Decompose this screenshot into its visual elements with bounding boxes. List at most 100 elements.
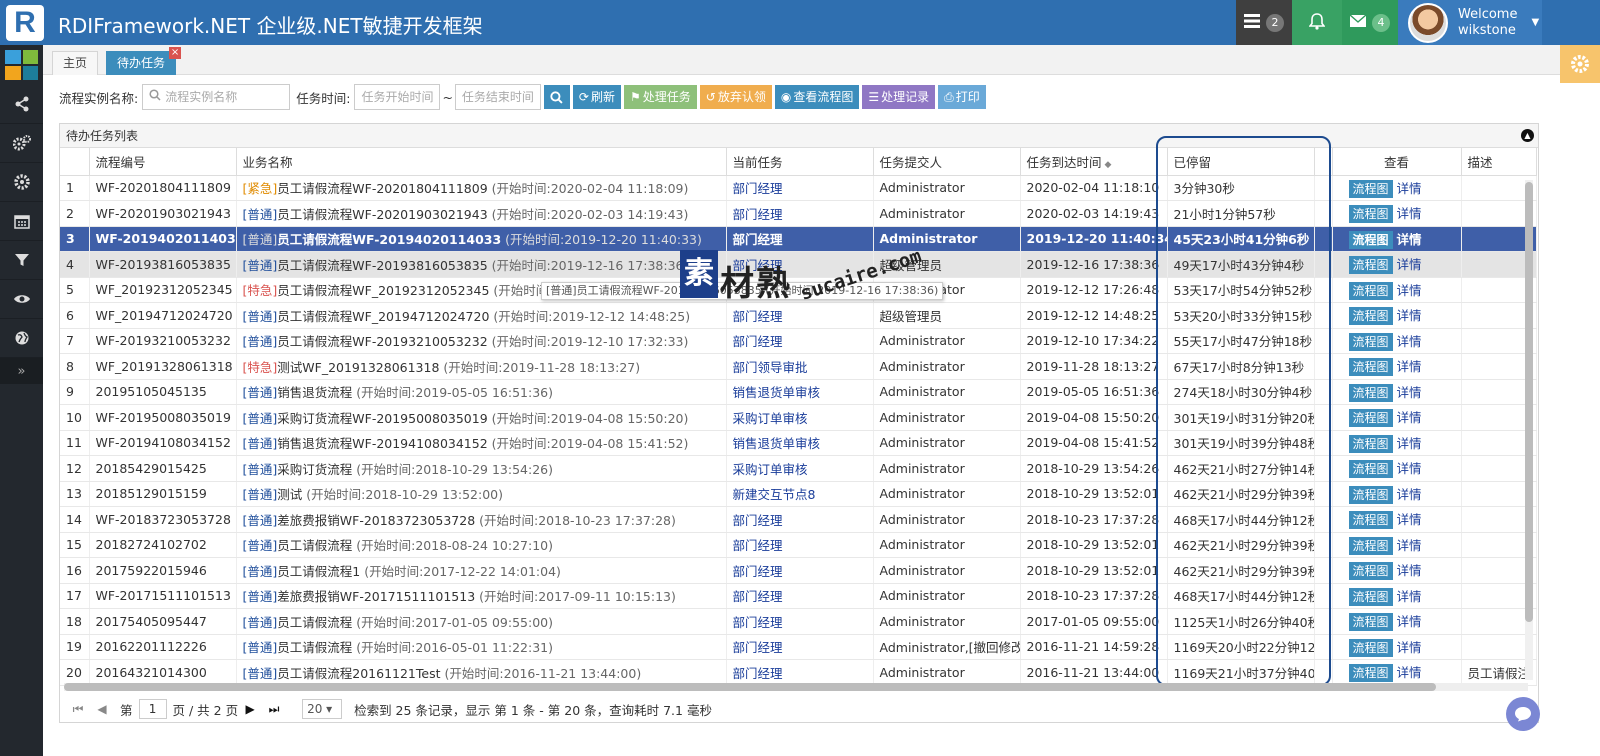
current-task-link[interactable]: 部门经理 — [733, 309, 783, 324]
table-row[interactable]: 11 WF-20194108034152 [普通]销售退货流程WF-20194108… — [60, 430, 1537, 456]
current-task-link[interactable]: 部门经理 — [733, 232, 783, 247]
flowchart-button[interactable]: 流程图 — [1348, 358, 1393, 377]
flowchart-button[interactable]: 流程图 — [1348, 511, 1393, 530]
sidebar-toggle-icon[interactable]: » — [0, 358, 43, 384]
table-row[interactable]: 18 20175405095447 [普通]员工请假流程 (开始时间:2017-01… — [60, 608, 1537, 635]
current-task-link[interactable]: 部门经理 — [733, 666, 783, 681]
flowchart-button[interactable]: 流程图 — [1348, 179, 1393, 198]
table-row[interactable]: 14 WF-20183723053728 [普通]差旅费报销WF-201837230… — [60, 506, 1537, 533]
table-row[interactable]: 20 20164321014300 [普通]员工请假流程20161121Test (… — [60, 659, 1537, 686]
prev-page-icon[interactable]: ◀ — [90, 702, 114, 716]
flowchart-button[interactable]: 流程图 — [1348, 536, 1393, 555]
col-header-code[interactable]: 流程编号 — [89, 148, 237, 176]
flowchart-button[interactable]: 流程图 — [1348, 434, 1393, 453]
table-row[interactable]: 16 20175922015946 [普通]员工请假流程1 (开始时间:2017-1… — [60, 557, 1537, 584]
tasks-menu-button[interactable]: 2 — [1236, 0, 1292, 45]
flowchart-button[interactable]: 流程图 — [1348, 230, 1393, 249]
start-time-input[interactable]: 任务开始时间 — [354, 84, 441, 110]
tab-todo[interactable]: 待办任务 × — [106, 47, 182, 75]
col-header-arrive-time[interactable]: 任务到达时间 ◆ — [1020, 148, 1168, 176]
detail-link[interactable]: 详情 — [1397, 334, 1422, 349]
flowchart-button[interactable]: 流程图 — [1348, 460, 1393, 479]
detail-link[interactable]: 详情 — [1397, 206, 1422, 221]
current-task-link[interactable]: 部门经理 — [733, 258, 783, 273]
page-size-select[interactable]: 20 ▾ — [302, 699, 343, 719]
detail-link[interactable]: 详情 — [1397, 385, 1422, 400]
flowchart-button[interactable]: 流程图 — [1348, 638, 1393, 657]
table-row[interactable]: 17 WF-20171511101513 [普通]差旅费报销WF-201715111… — [60, 583, 1537, 609]
table-row[interactable]: 2 WF-20201903021943 [普通]员工请假流程WF-202019030… — [60, 200, 1537, 227]
chat-bubble-icon[interactable] — [1506, 697, 1540, 731]
collapse-icon[interactable]: ▲ — [1521, 129, 1534, 142]
flowchart-button[interactable]: 流程图 — [1348, 383, 1393, 402]
next-page-icon[interactable]: ▶ — [238, 702, 262, 716]
current-task-link[interactable]: 部门经理 — [733, 564, 783, 579]
mail-button[interactable]: 4 — [1342, 0, 1398, 45]
cogs-icon[interactable] — [0, 124, 43, 163]
refresh-button[interactable]: ⟳ 刷新 — [572, 85, 621, 109]
detail-link[interactable]: 详情 — [1397, 232, 1422, 247]
calendar-icon[interactable] — [0, 202, 43, 241]
flowchart-button[interactable]: 流程图 — [1348, 256, 1393, 275]
table-row[interactable]: 12 20185429015425 [普通]采购订货流程 (开始时间:2018-10… — [60, 455, 1537, 482]
eye-icon[interactable] — [0, 280, 43, 319]
col-header-stay[interactable]: 已停留 — [1167, 148, 1315, 176]
detail-link[interactable]: 详情 — [1397, 257, 1422, 272]
detail-link[interactable]: 详情 — [1397, 614, 1422, 629]
settings-gear-icon[interactable] — [1560, 45, 1600, 83]
current-task-link[interactable]: 部门领导审批 — [733, 360, 808, 375]
table-row[interactable]: 9 20195105045135 [普通]销售退货流程 (开始时间:2019-05-… — [60, 379, 1537, 405]
current-task-link[interactable]: 采购订单审核 — [733, 411, 808, 426]
detail-link[interactable]: 详情 — [1397, 308, 1422, 323]
filter-icon[interactable] — [0, 241, 43, 280]
current-task-link[interactable]: 新建交互节点8 — [733, 487, 816, 502]
print-button[interactable]: ⎙ 打印 — [938, 85, 986, 109]
current-task-link[interactable]: 部门经理 — [733, 334, 783, 349]
detail-link[interactable]: 详情 — [1397, 487, 1422, 502]
flowchart-button[interactable]: 流程图 — [1348, 485, 1393, 504]
detail-link[interactable]: 详情 — [1397, 640, 1422, 655]
detail-link[interactable]: 详情 — [1397, 283, 1422, 298]
detail-link[interactable]: 详情 — [1397, 410, 1422, 425]
flowchart-button[interactable]: 流程图 — [1348, 281, 1393, 300]
current-task-link[interactable]: 部门经理 — [733, 589, 783, 604]
flowchart-button[interactable]: 流程图 — [1348, 332, 1393, 351]
table-row[interactable]: 3 WF-20194020114033 [普通]员工请假流程WF-201940201… — [60, 226, 1537, 252]
detail-link[interactable]: 详情 — [1397, 665, 1422, 680]
table-row[interactable]: 6 WF_20194712024720 [普通]员工请假流程WF_201947120… — [60, 302, 1537, 329]
table-row[interactable]: 7 WF-20193210053232 [普通]员工请假流程WF-201932100… — [60, 328, 1537, 354]
flowchart-button[interactable]: 流程图 — [1348, 205, 1393, 224]
flowchart-button[interactable]: 流程图 — [1348, 307, 1393, 326]
current-task-link[interactable]: 部门经理 — [733, 640, 783, 655]
share-icon[interactable] — [0, 85, 43, 124]
globe-icon[interactable] — [0, 319, 43, 358]
table-row[interactable]: 10 WF-20195008035019 [普通]采购订货流程WF-20195008… — [60, 404, 1537, 431]
table-row[interactable]: 1 WF-20201804111809 [紧急]员工请假流程WF-202018041… — [60, 175, 1537, 201]
table-row[interactable]: 4 WF-20193816053835 [普通]员工请假流程WF-201938160… — [60, 251, 1537, 278]
table-row[interactable]: 13 20185129015159 [普通]测试 (开始时间:2018-10-29 … — [60, 481, 1537, 507]
end-time-input[interactable]: 任务结束时间 — [454, 84, 541, 110]
detail-link[interactable]: 详情 — [1397, 461, 1422, 476]
last-page-icon[interactable]: ⏭ — [262, 702, 286, 717]
current-task-link[interactable]: 部门经理 — [733, 181, 783, 196]
detail-link[interactable]: 详情 — [1397, 512, 1422, 527]
detail-link[interactable]: 详情 — [1397, 589, 1422, 604]
vertical-scrollbar[interactable] — [1525, 180, 1533, 680]
detail-link[interactable]: 详情 — [1397, 538, 1422, 553]
notifications-button[interactable] — [1292, 0, 1342, 45]
table-row[interactable]: 15 20182724102702 [普通]员工请假流程 (开始时间:2018-08… — [60, 532, 1537, 558]
current-task-link[interactable]: 销售退货单审核 — [733, 385, 821, 400]
user-menu[interactable]: Welcome wikstone ▼ — [1398, 0, 1542, 45]
current-task-link[interactable]: 采购订单审核 — [733, 462, 808, 477]
detail-link[interactable]: 详情 — [1397, 436, 1422, 451]
col-header-current-task[interactable]: 当前任务 — [726, 148, 874, 176]
current-task-link[interactable]: 部门经理 — [733, 615, 783, 630]
page-number-input[interactable]: 1 — [138, 699, 167, 719]
flowchart-button[interactable]: 流程图 — [1348, 562, 1393, 581]
flowchart-button[interactable]: 流程图 — [1348, 587, 1393, 606]
current-task-link[interactable]: 部门经理 — [733, 207, 783, 222]
col-header-business[interactable]: 业务名称 — [236, 148, 727, 176]
abandon-claim-button[interactable]: ↺ 放弃认领 — [699, 85, 772, 109]
table-row[interactable]: 19 20162201112226 [普通]员工请假流程 (开始时间:2016-05… — [60, 634, 1537, 660]
app-logo[interactable]: R — [6, 5, 44, 41]
